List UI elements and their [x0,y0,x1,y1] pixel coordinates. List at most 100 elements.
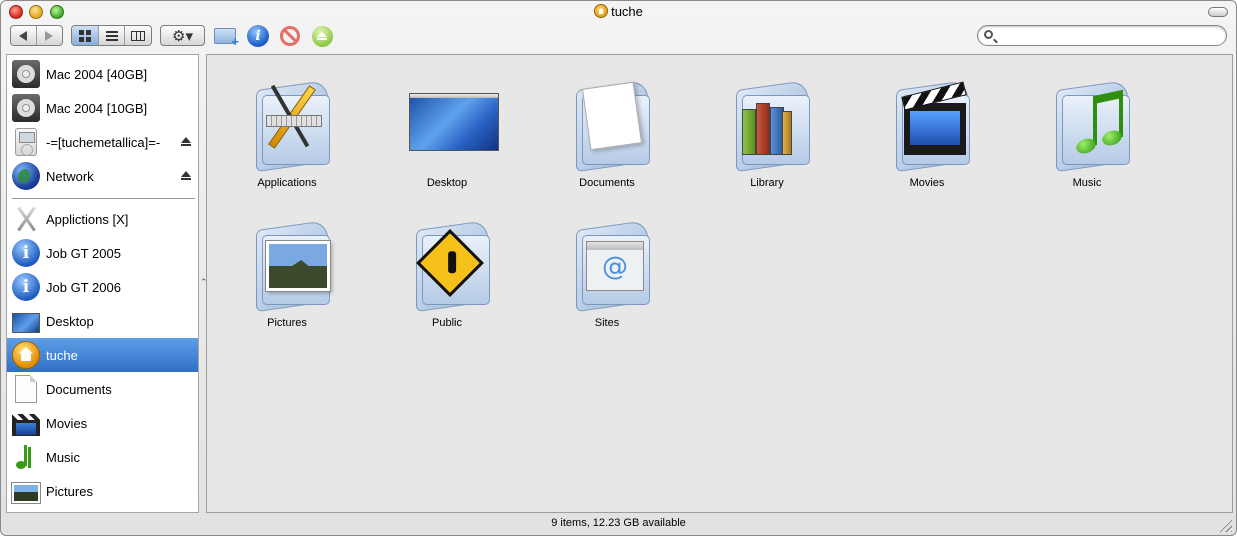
web-at-icon: @ [586,241,644,291]
home-icon [12,341,40,369]
column-view-button[interactable] [125,26,151,45]
sidebar-item-label: Job GT 2005 [46,245,121,261]
folder-public[interactable]: Public [382,201,512,331]
search-icon [984,30,993,39]
item-label: Music [1072,177,1102,189]
music-note-icon [12,443,40,471]
desktop-icon [12,313,40,333]
title-bar: tuche [1,1,1236,23]
finder-window: tuche ⚙▾ i Mac 2004 [40GB] [0,0,1237,536]
no-entry-icon [280,26,300,46]
desktop-folder-icon [409,93,499,151]
ipod-icon [15,128,37,156]
hard-disk-icon [12,60,40,88]
folder-music[interactable]: Music [1022,61,1152,191]
toolbar: ⚙▾ i [1,23,1236,53]
back-forward-control [10,25,63,46]
sidebar-item-label: tuche [46,347,78,363]
folder-library[interactable]: Library [702,61,832,191]
sidebar-item-label: Movies [46,415,88,431]
sidebar-item-job-gt-2005[interactable]: i Job GT 2005 [7,236,198,270]
picture-icon [265,240,331,292]
forward-arrow-icon [45,30,54,41]
list-view-icon [105,30,118,41]
sidebar-item-label: Network [46,168,94,184]
item-label: Applications [257,177,317,189]
sidebar-item-mac-2004-10gb[interactable]: Mac 2004 [10GB] [7,91,198,125]
clapperboard-icon [12,413,40,436]
sidebar-item-label: Music [46,449,80,465]
folder-desktop[interactable]: Desktop [382,61,512,191]
clapperboard-icon [904,103,966,155]
sidebar-item-movies[interactable]: Movies [7,406,198,440]
sidebar-item-music[interactable]: Music [7,440,198,474]
item-label: Sites [594,317,620,329]
item-label: Library [750,177,784,189]
folder-pictures[interactable]: Pictures [222,201,352,331]
sidebar-item-label: Applictions [X] [46,211,129,227]
sidebar-item-network[interactable]: Network [7,159,198,193]
item-label: Desktop [426,177,468,189]
home-icon [594,4,609,18]
new-folder-icon [214,28,239,49]
get-info-button[interactable]: i [246,24,270,48]
sidebar-item-tuche[interactable]: tuche [7,338,198,372]
status-text: 9 items, 12.23 GB available [551,517,686,529]
sidebar-item-mac-2004-40gb[interactable]: Mac 2004 [40GB] [7,57,198,91]
sidebar-divider [12,198,195,200]
eject-icon [311,25,333,47]
item-label: Public [432,317,462,329]
sidebar: Mac 2004 [40GB] Mac 2004 [10GB] -=[tuche… [6,54,199,513]
delete-button[interactable] [278,24,302,48]
eject-icon[interactable] [181,137,191,147]
sidebar-item-job-gt-2006[interactable]: i Job GT 2006 [7,270,198,304]
sidebar-item-documents[interactable]: Documents [7,372,198,406]
folder-movies[interactable]: Movies [862,61,992,191]
toolbar-toggle-button[interactable] [1208,7,1228,17]
eject-icon[interactable] [181,171,191,181]
folder-documents[interactable]: Documents [542,61,672,191]
forward-button[interactable] [37,26,62,45]
ruler-icon [266,115,322,127]
info-icon: i [12,239,40,267]
picture-icon [11,482,41,504]
sidebar-item-label: Mac 2004 [10GB] [46,100,148,116]
column-view-icon [131,30,145,41]
back-button[interactable] [11,26,37,45]
sidebar-item-pictures[interactable]: Pictures [7,474,198,508]
gear-icon: ⚙▾ [172,27,193,45]
icon-view-area: Applications Desktop Documents Library M… [206,54,1233,513]
sidebar-item-desktop[interactable]: Desktop [7,304,198,338]
search-field[interactable] [977,25,1227,46]
status-bar: 9 items, 12.23 GB available [1,514,1236,534]
back-arrow-icon [19,30,28,41]
search-input[interactable] [998,28,1218,43]
action-menu-button[interactable]: ⚙▾ [160,25,205,46]
applications-icon [12,205,40,233]
item-label: Pictures [267,317,307,329]
hard-disk-icon [12,94,40,122]
sidebar-item-applications[interactable]: Applictions [X] [7,202,198,236]
window-title-text: tuche [611,4,643,19]
sidebar-item-label: Desktop [46,313,94,329]
folder-sites[interactable]: @ Sites [542,201,672,331]
sidebar-item-label: Job GT 2006 [46,279,121,295]
sidebar-item-label: Documents [46,381,112,397]
new-folder-button[interactable] [213,24,239,49]
icon-view-button[interactable] [72,26,99,45]
document-icon [15,375,37,403]
music-note-icon [1070,89,1126,156]
list-view-button[interactable] [99,26,125,45]
books-icon [742,99,792,155]
item-label: Documents [579,177,635,189]
info-icon: i [247,25,269,47]
sidebar-item-label: Mac 2004 [40GB] [46,66,148,82]
icon-view-icon [79,29,91,42]
folder-applications[interactable]: Applications [222,61,352,191]
sidebar-item-label: -=[tuchemetallica]=- [46,134,161,150]
sidebar-item-ipod[interactable]: -=[tuchemetallica]=- [7,125,198,159]
view-mode-control [71,25,152,46]
sidebar-item-label: Pictures [46,483,93,499]
network-globe-icon [12,162,40,190]
eject-toolbar-button[interactable] [310,24,334,48]
